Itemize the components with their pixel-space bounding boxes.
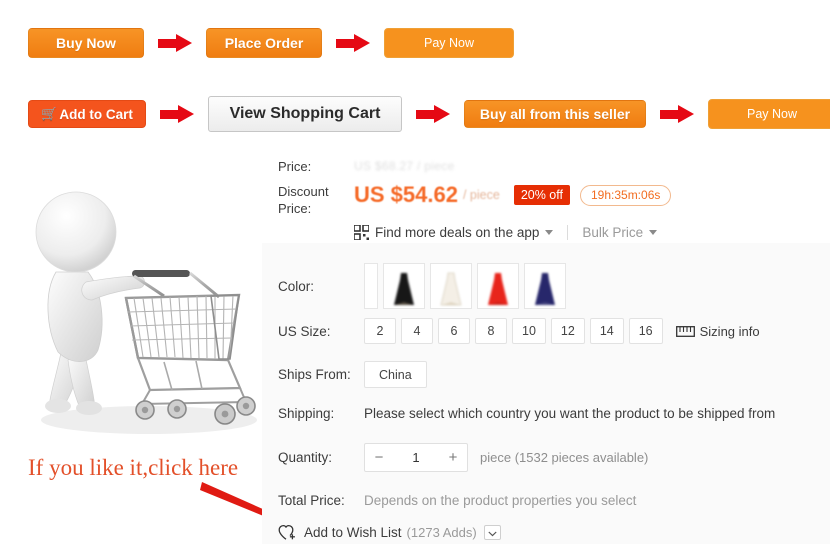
size-option-2[interactable]: 2 [364, 318, 396, 344]
pay-now-button-2[interactable]: Pay Now [708, 99, 830, 129]
size-option-6[interactable]: 6 [438, 318, 470, 344]
size-option-10[interactable]: 10 [512, 318, 546, 344]
ships-from-option-china[interactable]: China [364, 361, 427, 388]
chevron-down-icon[interactable] [545, 230, 554, 235]
wish-list-row: Add to Wish List (1273 Adds) [278, 524, 501, 541]
color-row: Color: [278, 263, 571, 309]
checkout-flow-row-cart: 🛒 Add to Cart View Shopping Cart Buy all… [28, 96, 830, 132]
sizing-info-label: Sizing info [699, 323, 760, 339]
shipping-message: Please select which country you want the… [364, 406, 776, 421]
sizing-info-button[interactable]: Sizing info [675, 323, 760, 339]
wish-list-label: Add to Wish List [304, 525, 402, 540]
quantity-stepper[interactable]: − + [364, 443, 468, 472]
ships-from-row: Ships From: China [278, 361, 432, 388]
right-arrow-icon [660, 105, 694, 123]
app-deals-label[interactable]: Find more deals on the app [375, 225, 539, 240]
buy-all-from-seller-button[interactable]: Buy all from this seller [464, 100, 646, 128]
original-price: US $68.27 / piece [354, 159, 455, 173]
discount-price-label: Discount Price: [278, 184, 329, 216]
swatch-black[interactable] [383, 263, 425, 309]
wish-list-dropdown-button[interactable] [483, 524, 501, 542]
place-order-label: Place Order [224, 35, 304, 51]
discount-badge: 20% off [513, 185, 570, 205]
plus-icon[interactable]: + [439, 444, 467, 471]
buy-now-button[interactable]: Buy Now [28, 28, 144, 58]
price-label: Price: [278, 159, 312, 174]
price-block: Price: US $68.27 / piece Discount Price:… [278, 158, 818, 240]
chevron-down-icon [488, 524, 497, 542]
color-label: Color: [278, 278, 315, 294]
shopping-cart-icon: 🛒 [41, 106, 58, 121]
discount-price-value: US $54.62 [354, 182, 458, 207]
price-unit: / piece [462, 188, 500, 202]
total-price-row: Total Price: Depends on the product prop… [278, 493, 636, 508]
shopper-pushing-cart-illustration [14, 152, 264, 452]
add-to-cart-button[interactable]: 🛒 Add to Cart [28, 100, 146, 128]
us-size-label: US Size: [278, 323, 331, 339]
buy-all-from-seller-label: Buy all from this seller [479, 106, 631, 122]
heart-plus-icon [278, 524, 297, 541]
stock-hint: piece (1532 pieces available) [480, 450, 649, 465]
annotation-label: If you like it,click here [28, 455, 239, 480]
total-price-message: Depends on the product properties you se… [364, 493, 637, 508]
ships-from-label: Ships From: [278, 367, 351, 382]
size-option-8[interactable]: 8 [475, 318, 507, 344]
buy-now-label: Buy Now [56, 35, 116, 51]
price-row: Price: US $68.27 / piece [278, 158, 818, 175]
right-arrow-icon [416, 105, 450, 123]
right-arrow-icon [336, 34, 370, 52]
chevron-down-icon [649, 230, 658, 235]
bulk-price-button[interactable]: Bulk Price [582, 225, 658, 240]
size-option-12[interactable]: 12 [550, 318, 585, 344]
us-size-row: US Size: 2 4 6 8 10 12 14 16 Sizing info [278, 318, 760, 344]
size-option-16[interactable]: 16 [628, 318, 663, 344]
shipping-row: Shipping: Please select which country yo… [278, 406, 775, 421]
ruler-icon [675, 325, 695, 337]
add-to-cart-label: Add to Cart [59, 106, 133, 122]
product-properties-panel: Color: US Size: 2 4 6 8 10 12 14 16 Sizi… [262, 243, 830, 544]
pay-now-label-1: Pay Now [423, 36, 475, 50]
countdown-timer: 19h:35m:06s [579, 184, 672, 206]
swatch-red[interactable] [477, 263, 519, 309]
swatch-placeholder[interactable] [364, 263, 378, 309]
pay-now-button-1[interactable]: Pay Now [384, 28, 514, 58]
wish-list-count: (1273 Adds) [406, 525, 477, 540]
quantity-input[interactable] [393, 449, 439, 466]
view-shopping-cart-button[interactable]: View Shopping Cart [208, 96, 402, 132]
minus-icon[interactable]: − [365, 444, 393, 471]
quantity-row: Quantity: − + piece (1532 pieces availab… [278, 443, 648, 472]
right-arrow-icon [160, 105, 194, 123]
add-to-wish-list-button[interactable]: Add to Wish List (1273 Adds) [278, 524, 477, 541]
view-shopping-cart-label: View Shopping Cart [229, 105, 381, 122]
place-order-button[interactable]: Place Order [206, 28, 322, 58]
size-option-14[interactable]: 14 [589, 318, 624, 344]
shipping-label: Shipping: [278, 406, 335, 421]
qr-code-icon [354, 225, 369, 240]
pay-now-label-2: Pay Now [746, 107, 798, 121]
size-option-4[interactable]: 4 [401, 318, 433, 344]
right-arrow-icon [158, 34, 192, 52]
quantity-label: Quantity: [278, 450, 333, 465]
app-deals-row: Find more deals on the app Bulk Price [354, 225, 818, 240]
discount-price-row: Discount Price: US $54.62 / piece 20% of… [278, 183, 818, 217]
swatch-white[interactable] [430, 263, 472, 309]
swatch-navy[interactable] [524, 263, 566, 309]
bulk-price-label: Bulk Price [582, 225, 644, 240]
checkout-flow-row-primary: Buy Now Place Order Pay Now [28, 28, 514, 58]
divider [567, 225, 569, 240]
total-price-label: Total Price: [278, 493, 345, 508]
